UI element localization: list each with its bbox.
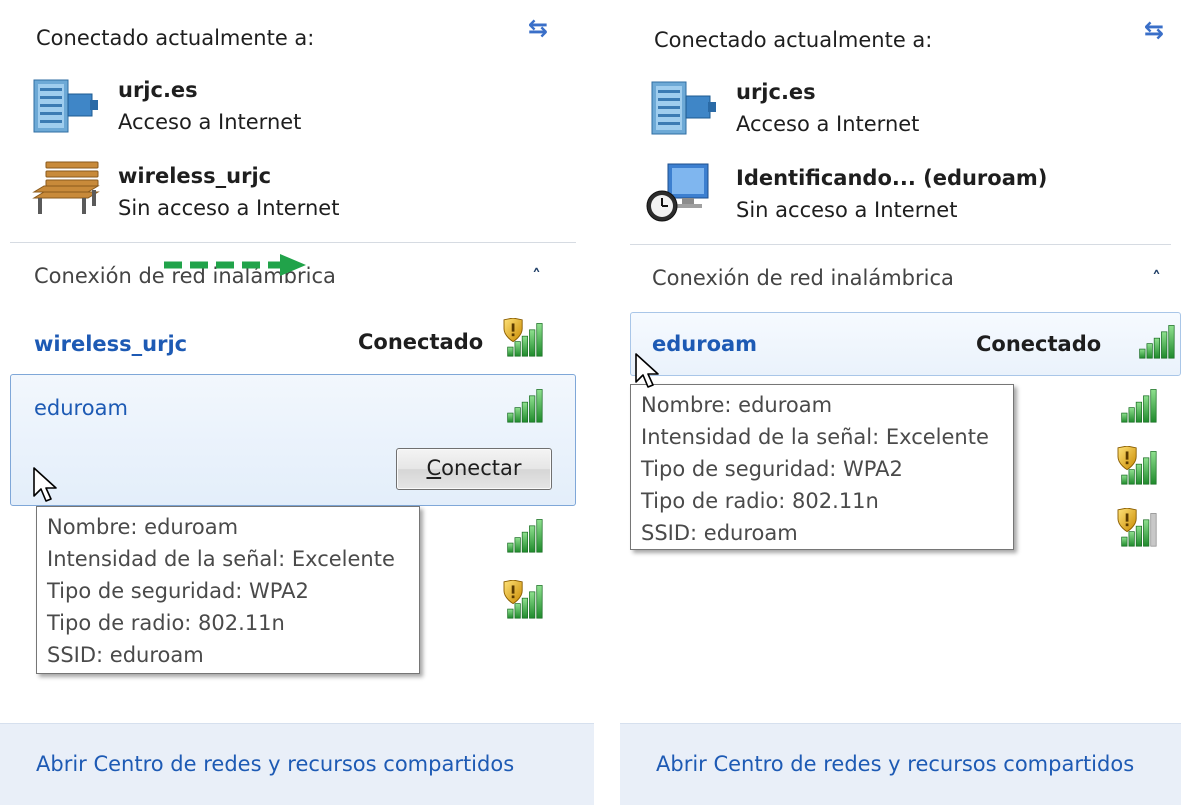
annotation-arrow-icon (164, 254, 306, 276)
connect-label: onectar (441, 456, 522, 480)
secured-signal-icon (503, 580, 543, 619)
connection-name: urjc.es (118, 78, 198, 102)
signal-icon (1121, 389, 1157, 423)
tooltip-line: SSID: eduroam (641, 521, 798, 545)
network-name[interactable]: eduroam (652, 334, 757, 355)
signal-icon (507, 519, 543, 553)
connect-button[interactable]: Conectar (396, 448, 552, 490)
collapse-chevron-icon[interactable]: ˄ (1152, 268, 1161, 289)
footer: Abrir Centro de redes y recursos compart… (620, 723, 1181, 805)
section-title: Conexión de red inalámbrica (652, 266, 954, 290)
footer: Abrir Centro de redes y recursos compart… (0, 723, 594, 805)
tooltip-line: Tipo de seguridad: WPA2 (641, 457, 903, 481)
identifying-network-icon (646, 163, 709, 222)
network-building-icon (651, 81, 716, 135)
network-tooltip: Nombre: eduroam Intensidad de la señal: … (36, 506, 420, 674)
network-flyout-right: Conectado actualmente a: ⇆ urjc.es Acces… (620, 0, 1181, 805)
connection-name: urjc.es (736, 80, 816, 104)
tooltip-line: Tipo de radio: 802.11n (47, 611, 285, 635)
connect-accelerator: C (426, 456, 442, 480)
network-name[interactable]: eduroam (34, 398, 128, 419)
tooltip-line: Intensidad de la señal: Excelente (47, 547, 395, 571)
network-state: Conectado (358, 330, 484, 354)
connected-header: Conectado actualmente a: (654, 28, 933, 52)
secured-signal-icon[interactable] (500, 318, 548, 358)
connection-name: Identificando... (eduroam) (736, 166, 1048, 190)
network-name[interactable]: wireless_urjc (34, 334, 187, 355)
divider (10, 242, 576, 243)
tooltip-line: SSID: eduroam (47, 643, 204, 667)
connection-status: Sin acceso a Internet (736, 198, 958, 222)
network-building-icon (33, 79, 98, 133)
connection-status: Sin acceso a Internet (118, 196, 340, 220)
secured-weak-signal-icon (1117, 508, 1157, 547)
connection-status: Acceso a Internet (736, 112, 920, 136)
park-bench-icon (32, 161, 100, 214)
mouse-cursor-icon (635, 353, 659, 388)
tooltip-line: Nombre: eduroam (641, 393, 833, 417)
connected-header: Conectado actualmente a: (36, 26, 315, 50)
network-state: Conectado (976, 332, 1102, 356)
network-center-link[interactable]: Abrir Centro de redes y recursos compart… (656, 754, 1134, 775)
tooltip-line: Intensidad de la señal: Excelente (641, 425, 989, 449)
tooltip-line: Nombre: eduroam (47, 515, 239, 539)
divider (630, 244, 1171, 245)
mouse-cursor-icon (33, 467, 57, 502)
network-flyout-left: Conectado actualmente a: ⇆ urjc.es Acces… (0, 0, 594, 805)
signal-icon (507, 389, 543, 423)
refresh-icon[interactable]: ⇆ (1144, 16, 1164, 44)
connection-name: wireless_urjc (118, 164, 272, 188)
tooltip-line: Tipo de seguridad: WPA2 (47, 579, 309, 603)
signal-icon (1139, 325, 1175, 359)
secured-signal-icon (1117, 446, 1157, 485)
tooltip-line: Tipo de radio: 802.11n (641, 489, 879, 513)
refresh-icon[interactable]: ⇆ (528, 14, 548, 42)
collapse-chevron-icon[interactable]: ˄ (532, 266, 541, 287)
connection-status: Acceso a Internet (118, 110, 302, 134)
network-tooltip: Nombre: eduroam Intensidad de la señal: … (630, 384, 1014, 550)
network-center-link[interactable]: Abrir Centro de redes y recursos compart… (36, 754, 514, 775)
